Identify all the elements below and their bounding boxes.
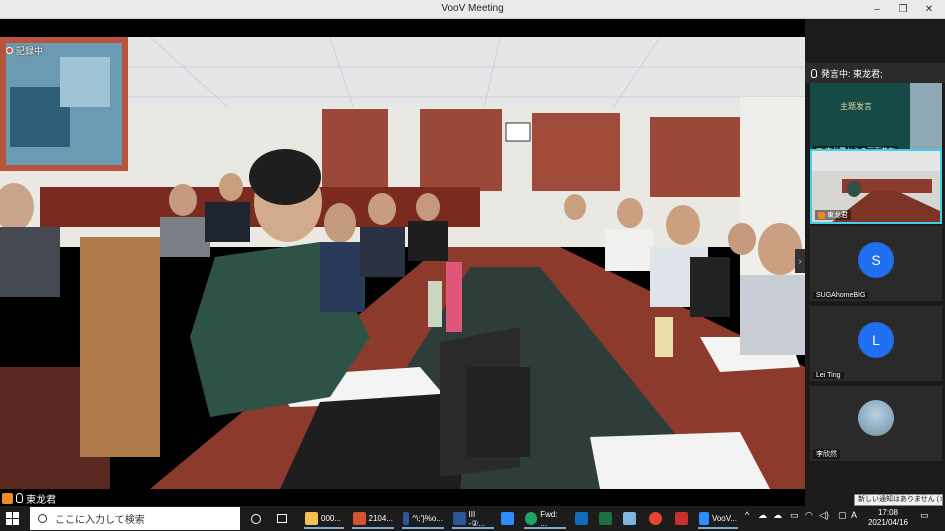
powerpoint-icon xyxy=(353,512,366,525)
avatar xyxy=(858,400,894,436)
tile-label: Lei Ting xyxy=(813,372,844,379)
voov-icon xyxy=(699,512,709,525)
clock-time: 17:08 xyxy=(877,508,899,517)
tile-label: SUGAhomeBIG xyxy=(813,292,869,299)
host-icon xyxy=(2,492,13,504)
search-placeholder: ここに入力して検索 xyxy=(55,515,145,526)
ime-indicator[interactable]: A xyxy=(851,510,857,520)
word-icon xyxy=(403,512,410,525)
record-dot-icon xyxy=(6,47,13,54)
main-video-area[interactable]: 記録中 xyxy=(0,19,805,489)
word-icon xyxy=(453,512,466,525)
speaking-text: 発言中: 東龙君; xyxy=(821,68,883,79)
maximize-button[interactable]: ❐ xyxy=(890,0,916,19)
host-icon xyxy=(818,211,825,219)
task-view-icon[interactable] xyxy=(274,508,290,529)
close-button[interactable]: ✕ xyxy=(916,0,942,19)
taskbar-app-voov[interactable]: VooV... xyxy=(696,508,740,529)
excel-icon xyxy=(599,512,612,525)
cortana-icon[interactable] xyxy=(248,508,264,529)
participant-tile-screen-share[interactable]: 主题发言 東龙君からの画面共有 xyxy=(810,83,942,158)
sidebar-expand-handle[interactable]: › xyxy=(795,249,805,273)
folder-icon xyxy=(305,512,318,525)
title-bar: VooV Meeting – ❐ ✕ xyxy=(0,0,945,19)
taskbar-app-notes[interactable] xyxy=(620,508,639,529)
taskbar-app-powerpoint[interactable]: 2104... xyxy=(350,508,396,529)
participant-tile-speaker[interactable]: 東龙君 xyxy=(810,149,942,224)
active-speaker-badge: 東龙君 xyxy=(0,490,60,506)
minimize-button[interactable]: – xyxy=(864,0,890,19)
acrobat-icon xyxy=(675,512,688,525)
conference-room-video xyxy=(0,37,805,489)
battery-icon[interactable]: ▭ xyxy=(790,510,799,521)
chrome-icon xyxy=(649,512,662,525)
participant-tile-li-xinran[interactable]: 李欣然 xyxy=(810,386,942,461)
recording-indicator: 記録中 xyxy=(6,44,43,57)
cloud-icon[interactable]: ☁ xyxy=(773,510,782,521)
taskbar-app-word-2[interactable]: III -②... xyxy=(450,508,496,529)
clock-date: 2021/04/16 xyxy=(867,518,909,527)
tile-label: 李欣然 xyxy=(813,449,840,459)
avatar: L xyxy=(858,322,894,358)
show-hidden-icons-chevron[interactable]: ^ xyxy=(745,510,749,520)
volume-icon[interactable]: ◁) xyxy=(819,510,829,521)
windows-start-icon[interactable] xyxy=(6,512,19,525)
taskbar-app-excel[interactable] xyxy=(596,508,615,529)
avatar: S xyxy=(858,242,894,278)
participant-tile-lei-ting[interactable]: L Lei Ting xyxy=(810,306,942,381)
participant-sidebar: 発言中: 東龙君; 主题发言 東龙君からの画面共有 東龙君 S SUGAho xyxy=(795,19,945,506)
microphone-icon xyxy=(16,493,23,503)
window-title: VooV Meeting xyxy=(441,3,504,14)
notification-toast: 新しい通知はありません (オフ) xyxy=(854,494,943,506)
recording-label: 記録中 xyxy=(16,46,44,56)
tile-label: 東龙君 xyxy=(815,210,851,220)
outlook-icon xyxy=(575,512,588,525)
slide-title: 主题发言 xyxy=(840,102,872,111)
taskbar-app-chrome[interactable] xyxy=(646,508,665,529)
taskbar-app-outlook[interactable] xyxy=(572,508,591,529)
notification-center-icon[interactable]: ▭ xyxy=(920,510,929,521)
onedrive-icon[interactable]: ☁ xyxy=(758,510,767,521)
taskbar-app-word-1[interactable]: ^\;'}%o... xyxy=(400,508,446,529)
system-clock[interactable]: 17:08 2021/04/16 xyxy=(862,508,914,528)
taskbar-app-edge[interactable]: Fwd: ... xyxy=(522,508,568,529)
video-camera-icon xyxy=(501,512,514,525)
notes-icon xyxy=(623,512,636,525)
taskbar-app-zoom[interactable] xyxy=(498,508,517,529)
speaking-indicator: 発言中: 東龙君; xyxy=(805,63,945,83)
taskbar-search-input[interactable]: ここに入力して検索 xyxy=(30,507,240,530)
taskbar-app-explorer[interactable]: 000... xyxy=(302,508,346,529)
taskbar: ここに入力して検索 000... 2104... ^\;'}%o... III … xyxy=(0,506,945,531)
search-icon xyxy=(38,514,47,523)
active-speaker-name: 東龙君 xyxy=(26,494,56,506)
network-icon[interactable]: ◠ xyxy=(805,510,813,521)
microphone-icon xyxy=(811,68,817,78)
edge-icon xyxy=(525,512,538,525)
taskbar-app-acrobat[interactable] xyxy=(672,508,691,529)
participant-tile-sugahomebig[interactable]: S SUGAhomeBIG xyxy=(810,226,942,301)
tray-icon[interactable]: ▢ xyxy=(838,510,847,521)
